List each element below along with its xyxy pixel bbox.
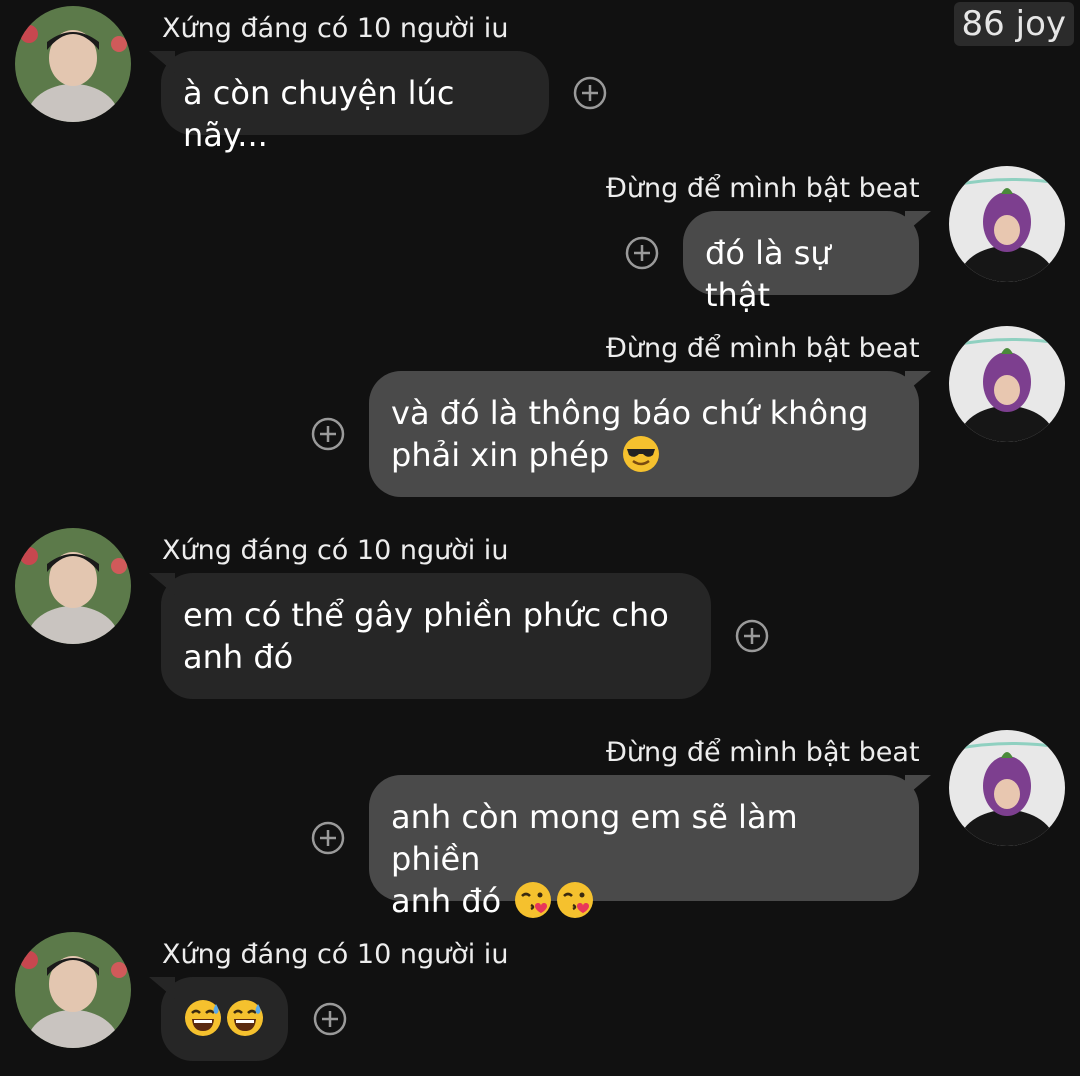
grinning-face-with-sweat-icon: [183, 998, 223, 1038]
sender-name: Đừng để mình bật beat: [606, 333, 920, 364]
add-reaction-icon[interactable]: [625, 236, 659, 270]
message-bubble-incoming[interactable]: [161, 977, 288, 1061]
avatar-right[interactable]: [949, 166, 1065, 282]
add-reaction-icon[interactable]: [311, 417, 345, 451]
add-reaction-icon[interactable]: [573, 76, 607, 110]
message-text-line: phải xin phép: [391, 436, 610, 474]
sender-name: Đừng để mình bật beat: [606, 737, 920, 768]
grinning-face-with-sweat-icon: [225, 998, 265, 1038]
sender-name: Xứng đáng có 10 người iu: [162, 13, 509, 44]
sender-name: Xứng đáng có 10 người iu: [162, 939, 509, 970]
reaction-count-badge: 86 joy: [953, 2, 1074, 46]
message-text-line: em có thể gây phiền phức cho: [183, 596, 669, 634]
avatar-right[interactable]: [949, 730, 1065, 846]
message-bubble-incoming[interactable]: à còn chuyện lúc nãy...: [161, 51, 549, 154]
message-bubble-outgoing[interactable]: đó là sự thật: [683, 211, 919, 314]
add-reaction-icon[interactable]: [313, 1002, 347, 1036]
avatar-left[interactable]: [15, 528, 131, 644]
avatar-left[interactable]: [15, 932, 131, 1048]
message-text-line: anh đó: [183, 638, 294, 676]
face-blowing-a-kiss-icon: [513, 880, 553, 920]
face-blowing-a-kiss-icon: [555, 880, 595, 920]
message-text-line: anh đó: [391, 882, 502, 920]
avatar-right[interactable]: [949, 326, 1065, 442]
message-text-line: à còn chuyện lúc nãy...: [183, 74, 455, 154]
message-bubble-outgoing[interactable]: anh còn mong em sẽ làm phiền anh đó: [369, 775, 919, 920]
add-reaction-icon[interactable]: [735, 619, 769, 653]
sender-name: Đừng để mình bật beat: [606, 173, 920, 204]
add-reaction-icon[interactable]: [311, 821, 345, 855]
message-text-line: đó là sự thật: [705, 234, 831, 314]
sender-name: Xứng đáng có 10 người iu: [162, 535, 509, 566]
message-text-line: anh còn mong em sẽ làm phiền: [391, 798, 798, 878]
smiling-face-with-sunglasses-icon: [621, 434, 661, 474]
message-text-line: và đó là thông báo chứ không: [391, 394, 869, 432]
message-bubble-outgoing[interactable]: và đó là thông báo chứ không phải xin ph…: [369, 371, 919, 497]
message-bubble-incoming[interactable]: em có thể gây phiền phức cho anh đó: [161, 573, 711, 699]
avatar-left[interactable]: [15, 6, 131, 122]
